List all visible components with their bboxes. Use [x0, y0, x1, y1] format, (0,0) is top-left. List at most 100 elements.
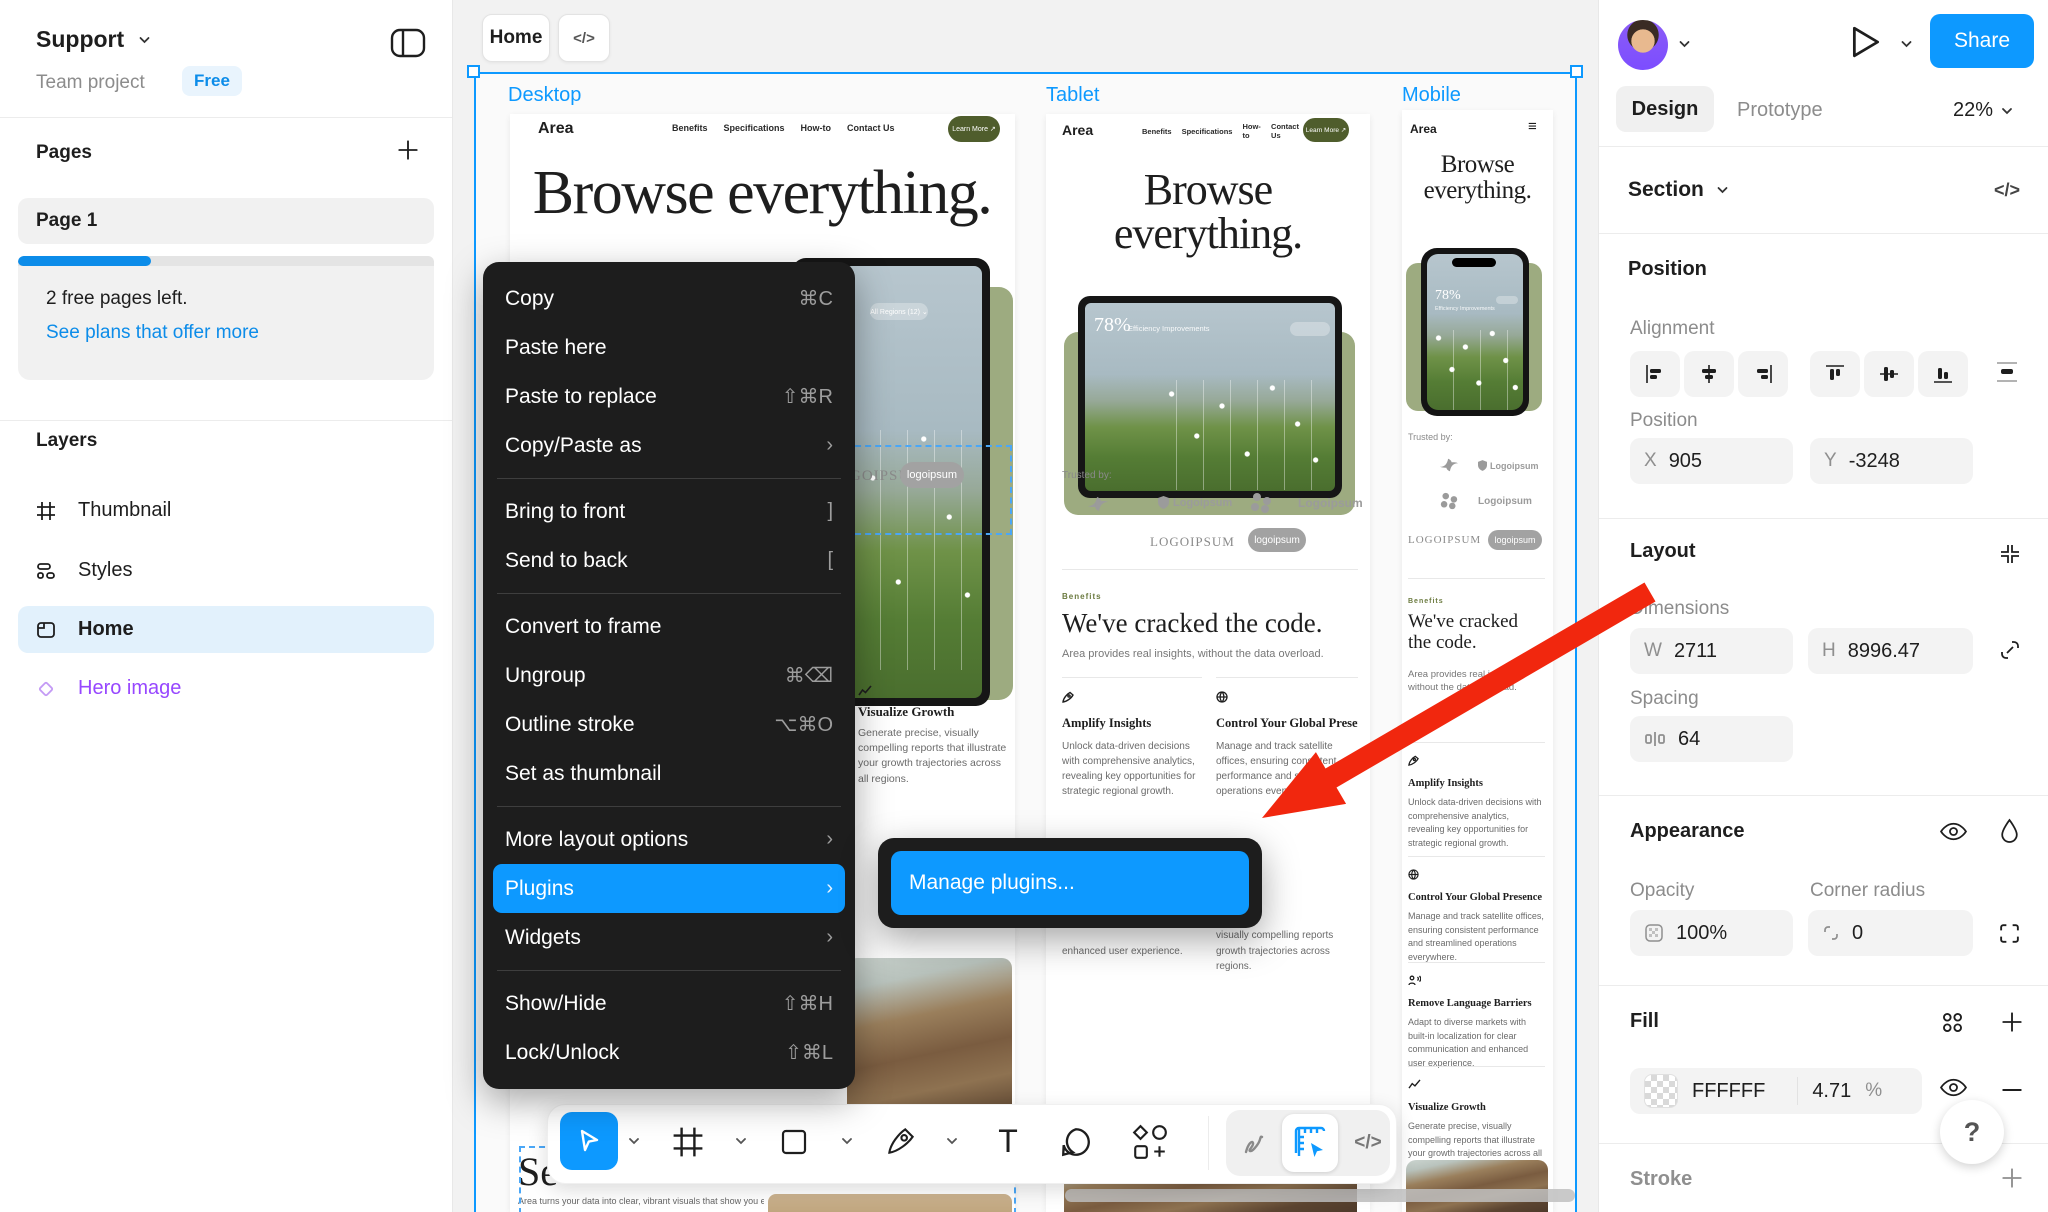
frame-label-tablet[interactable]: Tablet [1046, 84, 1099, 107]
width-field[interactable]: W 2711 [1630, 628, 1793, 674]
pen-tool-button[interactable] [880, 1120, 922, 1162]
nav-link[interactable]: Benefits [1142, 127, 1172, 136]
see-plans-link[interactable]: See plans that offer more [46, 322, 406, 344]
tablet-nav[interactable]: Benefits Specifications How-to Contact U… [1142, 124, 1300, 138]
independent-corners-button[interactable] [1998, 922, 2021, 950]
project-title-row[interactable]: Support [36, 26, 151, 53]
add-page-button[interactable] [396, 138, 420, 167]
nav-link[interactable]: How-to [801, 123, 832, 133]
menu-item-convert-to-frame[interactable]: Convert to frame [483, 602, 855, 651]
tab-design[interactable]: Design [1616, 86, 1714, 132]
horizontal-scrollbar[interactable] [1065, 1189, 1575, 1202]
frame-tool-button[interactable] [668, 1122, 708, 1162]
mobile-hero-headline[interactable]: Browse everything. [1404, 152, 1551, 205]
share-button[interactable]: Share [1930, 14, 2034, 68]
desktop-card-title[interactable]: Visualize Growth [858, 704, 1012, 720]
hamburger-icon[interactable]: ≡ [1528, 118, 1537, 135]
desktop-hero-headline[interactable]: Browse everything. [516, 158, 1008, 229]
tab-prototype[interactable]: Prototype [1737, 99, 1823, 122]
corner-radius-field[interactable]: 0 [1808, 910, 1973, 956]
desktop-regions-pill[interactable]: All Regions (12) ⌄ [870, 303, 928, 320]
desktop-cta-button[interactable]: Learn More ↗ [948, 116, 1000, 142]
fill-visibility-button[interactable] [1940, 1078, 1967, 1102]
dev-mode-toggle[interactable] [1282, 1114, 1338, 1172]
desktop-card-body[interactable]: Generate precise, visually compelling re… [858, 726, 1010, 787]
opacity-field[interactable]: 100% [1630, 910, 1793, 956]
fill-styles-button[interactable] [1940, 1010, 1965, 1040]
mobile-eyebrow[interactable]: Benefits [1408, 598, 1444, 605]
chevron-down-icon[interactable] [735, 1137, 747, 1145]
layer-row-home[interactable]: Home [18, 606, 434, 653]
layer-row-thumbnail[interactable]: Thumbnail [18, 487, 434, 534]
actions-tool-button[interactable] [1128, 1120, 1172, 1164]
page-list-item[interactable]: Page 1 [18, 198, 434, 244]
appearance-visibility-button[interactable] [1940, 822, 1967, 846]
help-button[interactable]: ? [1940, 1100, 2004, 1164]
aspect-lock-button[interactable] [1998, 638, 2022, 667]
menu-item-copy-paste-as[interactable]: Copy/Paste as› [483, 421, 855, 470]
avatar[interactable] [1618, 20, 1668, 70]
tablet-eyebrow[interactable]: Benefits [1062, 592, 1102, 601]
move-tool-button[interactable] [560, 1112, 618, 1170]
fill-hex[interactable]: FFFFFF [1692, 1080, 1765, 1103]
nav-link[interactable]: How-to [1242, 122, 1261, 140]
nav-link[interactable]: Contact Us [847, 123, 895, 133]
menu-item-paste-to-replace[interactable]: Paste to replace⇧⌘R [483, 372, 855, 421]
mobile-card-2[interactable]: Remove Language Barriers Adapt to divers… [1408, 962, 1545, 1070]
tablet-card-1[interactable]: Control Your Global Presence Manage and … [1216, 677, 1358, 798]
selection-handle[interactable] [1570, 65, 1583, 78]
align-v-center-button[interactable] [1864, 351, 1914, 397]
collapse-layout-button[interactable] [1998, 542, 2022, 571]
menu-item-lock-unlock[interactable]: Lock/Unlock⇧⌘L [483, 1028, 855, 1077]
comment-tool-button[interactable] [1056, 1122, 1096, 1162]
frame-label-desktop[interactable]: Desktop [508, 84, 581, 107]
height-field[interactable]: H 8996.47 [1808, 628, 1973, 674]
selection-handle[interactable] [467, 65, 480, 78]
chevron-down-icon[interactable] [841, 1137, 853, 1145]
align-left-button[interactable] [1630, 351, 1680, 397]
code-tab-chip[interactable]: </> [558, 14, 610, 62]
dev-code-icon[interactable]: </> [1994, 180, 2020, 201]
menu-item-plugins[interactable]: Plugins› [493, 864, 845, 913]
menu-item-send-to-back[interactable]: Send to back[ [483, 536, 855, 585]
frame-label-mobile[interactable]: Mobile [1402, 84, 1461, 107]
fill-alpha[interactable]: 4.71 [1812, 1080, 1851, 1103]
fill-swatch[interactable] [1644, 1074, 1678, 1108]
present-button[interactable] [1850, 24, 1882, 65]
zoom-control[interactable]: 22% [1953, 99, 2013, 122]
chevron-down-icon[interactable] [628, 1137, 640, 1145]
draw-annotate-button[interactable] [1238, 1126, 1272, 1160]
chevron-down-icon[interactable] [1900, 40, 1913, 48]
desktop-logo[interactable]: Area [538, 120, 574, 138]
text-tool-button[interactable]: T [986, 1118, 1030, 1164]
menu-item-outline-stroke[interactable]: Outline stroke⌥⌘O [483, 700, 855, 749]
menu-item-widgets[interactable]: Widgets› [483, 913, 855, 962]
tablet-frame[interactable] [1046, 114, 1370, 1212]
chevron-down-icon[interactable] [1678, 40, 1691, 48]
x-position-field[interactable]: X 905 [1630, 438, 1793, 484]
layer-row-hero-image[interactable]: Hero image [18, 665, 434, 712]
nav-link[interactable]: Benefits [672, 123, 708, 133]
menu-item-bring-to-front[interactable]: Bring to front] [483, 487, 855, 536]
tablet-cta-button[interactable]: Learn More ↗ [1303, 118, 1349, 142]
tablet-trusted-label[interactable]: Trusted by: [1062, 470, 1112, 481]
nav-link[interactable]: Specifications [724, 123, 785, 133]
fill-row[interactable]: FFFFFF 4.71 % [1630, 1068, 1922, 1114]
selection-type-row[interactable]: Section [1628, 178, 1729, 202]
tablet-benefits-title[interactable]: We've cracked the code. [1062, 608, 1362, 639]
mobile-card-0[interactable]: Amplify Insights Unlock data-driven deci… [1408, 742, 1545, 850]
chevron-down-icon[interactable] [946, 1137, 958, 1145]
spacing-field[interactable]: 64 [1630, 716, 1793, 762]
layer-row-styles[interactable]: Styles [18, 547, 434, 594]
blend-mode-button[interactable] [2000, 818, 2019, 848]
desktop-nav[interactable]: Benefits Specifications How-to Contact U… [672, 118, 902, 138]
align-top-button[interactable] [1810, 351, 1860, 397]
tablet-benefits-sub[interactable]: Area provides real insights, without the… [1062, 648, 1362, 660]
add-stroke-button[interactable] [2000, 1166, 2024, 1195]
align-right-button[interactable] [1738, 351, 1788, 397]
align-h-center-button[interactable] [1684, 351, 1734, 397]
code-view-button[interactable]: </> [1348, 1130, 1388, 1156]
mobile-logo[interactable]: Area [1410, 122, 1437, 136]
menu-item-more-layout-options[interactable]: More layout options› [483, 815, 855, 864]
menu-item-show-hide[interactable]: Show/Hide⇧⌘H [483, 979, 855, 1028]
